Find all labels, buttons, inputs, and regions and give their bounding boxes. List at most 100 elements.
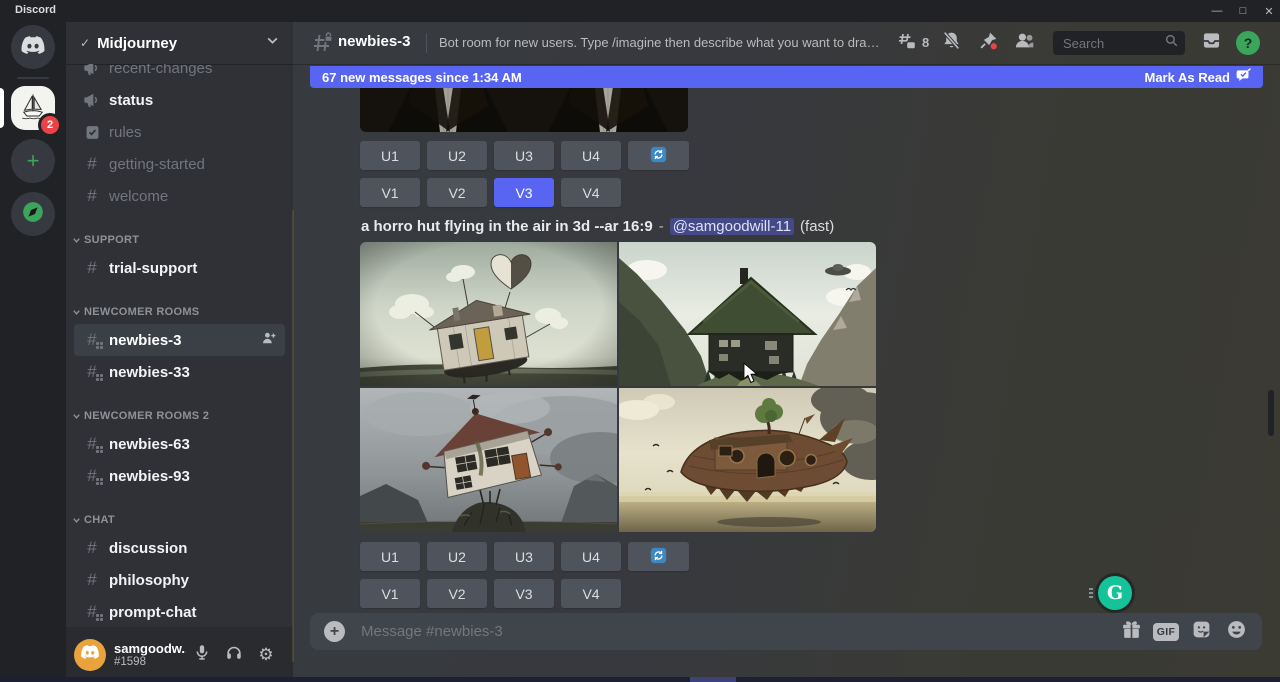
channel-newbies-33[interactable]: # newbies-33 [74, 356, 285, 388]
channel-newbies-93[interactable]: # newbies-93 [74, 460, 285, 492]
v3-button[interactable]: V3 [494, 579, 554, 608]
category-label: CHAT [84, 514, 115, 526]
prompt-text: a horro hut flying in the air in 3d --ar… [361, 218, 653, 235]
gift-button[interactable] [1119, 620, 1143, 644]
chevron-down-icon [72, 412, 81, 421]
sticker-picker-button[interactable] [1189, 620, 1213, 644]
message-input[interactable] [359, 622, 1108, 641]
v1-button[interactable]: V1 [360, 178, 420, 207]
v3-button-selected[interactable]: V3 [494, 178, 554, 207]
u4-button[interactable]: U4 [561, 141, 621, 170]
user-settings-button[interactable]: ⚙ [250, 639, 282, 671]
search-input[interactable] [1061, 35, 1164, 52]
channel-name: newbies-3 [338, 33, 411, 50]
hash-icon: # [82, 538, 102, 558]
v4-button[interactable]: V4 [561, 579, 621, 608]
microphone-icon [193, 643, 211, 666]
grammarly-icon[interactable]: G [1098, 576, 1132, 610]
channel-newbies-63[interactable]: # newbies-63 [74, 428, 285, 460]
taskbar-segment [690, 677, 736, 682]
header-divider [426, 33, 427, 53]
hash-limited-icon: # [82, 602, 102, 622]
help-button[interactable]: ? [1236, 31, 1260, 55]
u2-button[interactable]: U2 [427, 542, 487, 571]
v1-button[interactable]: V1 [360, 579, 420, 608]
window-minimize-button[interactable]: — [1204, 0, 1230, 22]
member-list-button[interactable] [1012, 31, 1036, 55]
v4-button[interactable]: V4 [561, 178, 621, 207]
u1-button[interactable]: U1 [360, 141, 420, 170]
pinned-messages-button[interactable] [976, 31, 1000, 55]
new-messages-banner[interactable]: 67 new messages since 1:34 AM Mark As Re… [310, 66, 1263, 88]
bell-slash-icon [941, 30, 962, 56]
threads-icon [895, 31, 917, 56]
threads-button[interactable] [894, 31, 918, 55]
deafen-button[interactable] [218, 639, 250, 671]
server-icon-midjourney[interactable]: 2 [11, 86, 55, 130]
channel-discussion[interactable]: # discussion [74, 532, 285, 564]
search-box[interactable] [1053, 31, 1185, 55]
channel-label: recent-changes [109, 64, 212, 77]
channel-status[interactable]: status [74, 84, 285, 116]
server-name: Midjourney [97, 35, 266, 52]
u4-button[interactable]: U4 [561, 542, 621, 571]
window-close-button[interactable]: ✕ [1256, 0, 1280, 22]
user-info[interactable]: samgoodw... #1598 [114, 641, 186, 668]
window-maximize-button[interactable]: □ [1230, 0, 1256, 22]
reroll-button[interactable] [628, 542, 689, 571]
channel-label: philosophy [109, 572, 189, 589]
generated-image-1[interactable] [360, 242, 617, 386]
channel-newbies-3[interactable]: # newbies-3 [74, 324, 285, 356]
category-newcomer-rooms-2[interactable]: NEWCOMER ROOMS 2 [66, 404, 293, 428]
channel-sidebar: ✓ Midjourney recent-changes status rules… [66, 22, 293, 682]
attach-file-button[interactable]: + [324, 621, 345, 642]
members-icon [1014, 30, 1035, 56]
channel-getting-started[interactable]: # getting-started [74, 148, 285, 180]
u2-button[interactable]: U2 [427, 141, 487, 170]
generated-image-3[interactable] [360, 388, 617, 532]
v2-button[interactable]: V2 [427, 579, 487, 608]
emoji-picker-button[interactable] [1224, 620, 1248, 644]
v2-button[interactable]: V2 [427, 178, 487, 207]
invite-people-icon[interactable] [261, 330, 277, 350]
chat-scrollbar-thumb[interactable] [1268, 390, 1274, 436]
avatar[interactable] [74, 639, 106, 671]
server-header[interactable]: ✓ Midjourney [66, 22, 293, 64]
mark-as-read-button[interactable]: Mark As Read [1145, 68, 1252, 86]
channel-topic[interactable]: Bot room for new users. Type /imagine th… [439, 35, 883, 50]
channel-recent-changes[interactable]: recent-changes [74, 64, 285, 84]
category-support[interactable]: SUPPORT [66, 228, 293, 252]
inbox-button[interactable] [1199, 31, 1223, 55]
mark-as-read-label: Mark As Read [1145, 70, 1231, 85]
u1-button[interactable]: U1 [360, 542, 420, 571]
selected-server-indicator [0, 88, 4, 128]
chevron-down-icon [266, 34, 279, 52]
generated-image-4[interactable] [619, 388, 876, 532]
channel-trial-support[interactable]: # trial-support [74, 252, 285, 284]
category-chat[interactable]: CHAT [66, 508, 293, 532]
channel-welcome[interactable]: # welcome [74, 180, 285, 212]
home-button[interactable] [11, 25, 55, 69]
category-newcomer-rooms[interactable]: NEWCOMER ROOMS [66, 300, 293, 324]
channel-prompt-chat[interactable]: # prompt-chat [74, 596, 285, 627]
channel-philosophy[interactable]: # philosophy [74, 564, 285, 596]
u3-button[interactable]: U3 [494, 141, 554, 170]
hash-limited-icon: # [82, 362, 102, 382]
reroll-button[interactable] [628, 141, 689, 170]
mute-microphone-button[interactable] [186, 639, 218, 671]
hash-icon: # [82, 570, 102, 590]
hash-limited-icon: # [82, 466, 102, 486]
notification-settings-button[interactable] [939, 31, 963, 55]
gif-picker-button[interactable]: GIF [1154, 620, 1178, 644]
hash-limited-icon: # [82, 330, 102, 350]
user-discriminator: #1598 [114, 656, 186, 668]
grammarly-drag-handle[interactable] [1089, 588, 1093, 600]
u3-button[interactable]: U3 [494, 542, 554, 571]
user-mention[interactable]: @samgoodwill-11 [670, 218, 794, 235]
channel-label: trial-support [109, 260, 197, 277]
explore-servers-button[interactable] [11, 192, 55, 236]
upscale-button-row-prev: U1 U2 U3 U4 [360, 141, 689, 170]
channel-rules[interactable]: rules [74, 116, 285, 148]
add-server-button[interactable]: + [11, 139, 55, 183]
generated-image-grid [360, 242, 876, 532]
